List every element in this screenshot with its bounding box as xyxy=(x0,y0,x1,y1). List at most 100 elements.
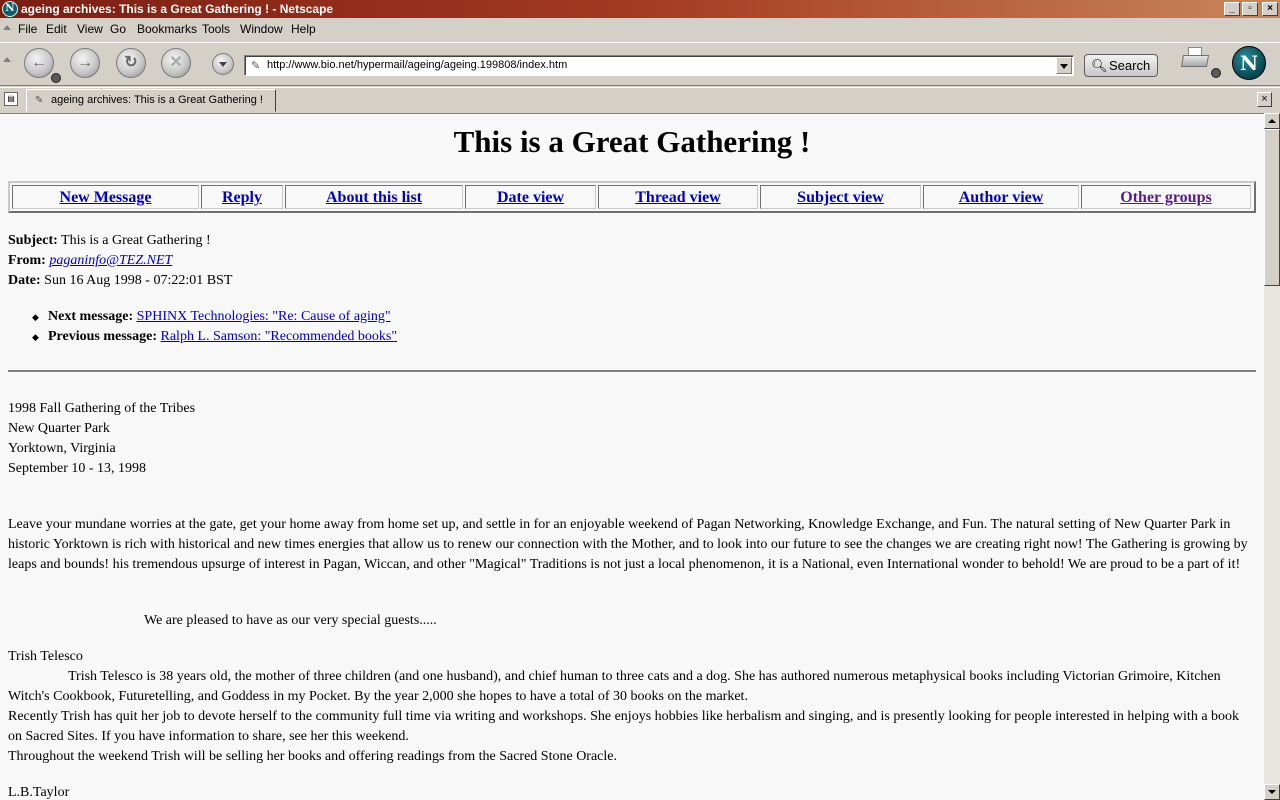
intro-paragraph: Leave your mundane worries at the gate, … xyxy=(8,517,1248,572)
page-content: This is a Great Gathering ! New Message … xyxy=(0,113,1264,800)
next-message-label: Next message: xyxy=(48,309,134,324)
previous-message-label: Previous message: xyxy=(48,329,157,344)
event-line: 1998 Fall Gathering of the Tribes xyxy=(8,401,196,416)
stop-button[interactable]: ✕ xyxy=(161,48,191,78)
search-icon: 🔍︎ xyxy=(1091,58,1108,73)
maximize-button[interactable]: ▫ xyxy=(1242,2,1258,16)
nav-cell-thread: Thread view xyxy=(598,185,758,209)
url-input[interactable]: http://www.bio.net/hypermail/ageing/agei… xyxy=(267,59,567,71)
message-navigation-list: Next message: SPHINX Technologies: "Re: … xyxy=(32,307,397,347)
browser-window: N ageing archives: This is a Great Gathe… xyxy=(0,0,1280,800)
window-title: ageing archives: This is a Great Gatheri… xyxy=(21,2,334,16)
menu-help[interactable]: Help xyxy=(291,22,316,36)
thread-view-link[interactable]: Thread view xyxy=(635,189,720,206)
back-arrow-icon: ← xyxy=(31,54,47,71)
nav-cell-reply: Reply xyxy=(201,185,283,209)
reload-button[interactable]: ↻ xyxy=(116,48,146,78)
about-list-link[interactable]: About this list xyxy=(326,189,422,206)
menubar-grip-icon[interactable] xyxy=(3,25,11,30)
date-view-link[interactable]: Date view xyxy=(497,189,564,206)
author-view-link[interactable]: Author view xyxy=(959,189,1044,206)
guest-name: Trish Telesco xyxy=(8,649,83,664)
menu-go[interactable]: Go xyxy=(110,22,126,36)
print-button[interactable] xyxy=(1180,47,1210,71)
printer-icon xyxy=(1180,55,1210,67)
menu-view[interactable]: View xyxy=(77,22,103,36)
netscape-app-icon[interactable]: N xyxy=(2,1,18,17)
netscape-throbber-logo[interactable]: N xyxy=(1232,46,1266,80)
window-controls: _ ▫ × xyxy=(1224,2,1278,16)
close-window-button[interactable]: × xyxy=(1262,2,1278,16)
new-message-link[interactable]: New Message xyxy=(60,189,152,206)
vertical-scrollbar[interactable] xyxy=(1264,113,1280,800)
close-tab-button[interactable]: × xyxy=(1257,92,1272,107)
scroll-up-button[interactable] xyxy=(1264,113,1280,129)
next-message-link[interactable]: SPHINX Technologies: "Re: Cause of aging… xyxy=(137,309,391,324)
from-label: From: xyxy=(8,253,46,268)
tab-current[interactable]: ✎ ageing archives: This is a Great Gathe… xyxy=(26,89,276,112)
print-dropdown[interactable] xyxy=(1211,68,1221,78)
page-title: This is a Great Gathering ! xyxy=(453,124,811,159)
menu-bar: File Edit View Go Bookmarks Tools Window… xyxy=(0,19,1280,41)
guest-bio-paragraph: Throughout the weekend Trish will be sel… xyxy=(8,749,617,764)
tab-label: ageing archives: This is a Great Gatheri… xyxy=(51,94,263,106)
guest-bio-paragraph: Trish Telesco is 38 years old, the mothe… xyxy=(8,669,1221,704)
forward-arrow-icon: → xyxy=(77,54,93,71)
new-tab-icon[interactable]: ▤ xyxy=(4,92,18,106)
date-value: Sun 16 Aug 1998 - 07:22:01 BST xyxy=(44,273,233,288)
title-bar: N ageing archives: This is a Great Gathe… xyxy=(0,0,1280,18)
tab-page-icon: ✎ xyxy=(35,95,44,106)
date-row: Date: Sun 16 Aug 1998 - 07:22:01 BST xyxy=(8,271,232,291)
forward-button[interactable]: → xyxy=(70,48,100,78)
event-line: Yorktown, Virginia xyxy=(8,441,116,456)
previous-message-item: Previous message: Ralph L. Samson: "Reco… xyxy=(32,327,397,347)
subject-view-link[interactable]: Subject view xyxy=(797,189,884,206)
search-button-label: Search xyxy=(1109,58,1151,73)
menu-window[interactable]: Window xyxy=(240,22,283,36)
guest-trish-section: Trish Telesco Trish Telesco is 38 years … xyxy=(8,647,1256,767)
guest-bio-paragraph: Recently Trish has quit her job to devot… xyxy=(8,709,1240,744)
previous-message-link[interactable]: Ralph L. Samson: "Recommended books" xyxy=(161,329,398,344)
back-button[interactable]: ← xyxy=(24,48,54,78)
subject-value: This is a Great Gathering ! xyxy=(61,233,211,248)
nav-cell-date: Date view xyxy=(465,185,596,209)
url-dropdown-button[interactable] xyxy=(212,53,234,75)
menu-edit[interactable]: Edit xyxy=(46,22,67,36)
subject-row: Subject: This is a Great Gathering ! xyxy=(8,231,232,251)
url-history-dropdown[interactable] xyxy=(1056,57,1072,74)
search-button[interactable]: 🔍︎ Search xyxy=(1084,54,1158,77)
page-proxy-icon: ✎ xyxy=(251,60,261,72)
header-divider xyxy=(8,370,1256,373)
menu-tools[interactable]: Tools xyxy=(202,22,230,36)
nav-cell-subject: Subject view xyxy=(760,185,921,209)
date-label: Date: xyxy=(8,273,41,288)
toolbar-grip-icon[interactable] xyxy=(3,57,11,62)
from-row: From: paganinfo@TEZ.NET xyxy=(8,251,232,271)
back-history-dropdown[interactable] xyxy=(51,73,61,83)
other-groups-link[interactable]: Other groups xyxy=(1120,189,1211,206)
menu-file[interactable]: File xyxy=(18,22,37,36)
url-bar[interactable]: ✎ http://www.bio.net/hypermail/ageing/ag… xyxy=(244,55,1074,76)
event-line: September 10 - 13, 1998 xyxy=(8,461,147,476)
from-email-link[interactable]: paganinfo@TEZ.NET xyxy=(49,253,172,268)
next-message-item: Next message: SPHINX Technologies: "Re: … xyxy=(32,307,397,327)
stop-icon: ✕ xyxy=(169,54,183,71)
scrollbar-thumb[interactable] xyxy=(1264,129,1280,286)
minimize-button[interactable]: _ xyxy=(1224,2,1240,16)
message-headers: Subject: This is a Great Gathering ! Fro… xyxy=(8,231,232,291)
tab-bar: ▤ ✎ ageing archives: This is a Great Gat… xyxy=(0,87,1280,112)
event-line: New Quarter Park xyxy=(8,421,110,436)
reload-icon: ↻ xyxy=(124,54,138,71)
event-info: 1998 Fall Gathering of the Tribes New Qu… xyxy=(8,399,1256,479)
subject-label: Subject: xyxy=(8,233,58,248)
guest-name: L.B.Taylor xyxy=(8,785,70,800)
nav-cell-other-groups: Other groups xyxy=(1081,185,1251,209)
reply-link[interactable]: Reply xyxy=(222,189,262,206)
nav-cell-author: Author view xyxy=(923,185,1079,209)
archive-nav-table: New Message Reply About this list Date v… xyxy=(8,181,1256,213)
guests-intro: We are pleased to have as our very speci… xyxy=(144,613,437,628)
scroll-down-button[interactable] xyxy=(1264,784,1280,800)
nav-cell-new-message: New Message xyxy=(12,185,199,209)
nav-cell-about: About this list xyxy=(285,185,463,209)
menu-bookmarks[interactable]: Bookmarks xyxy=(137,22,197,36)
